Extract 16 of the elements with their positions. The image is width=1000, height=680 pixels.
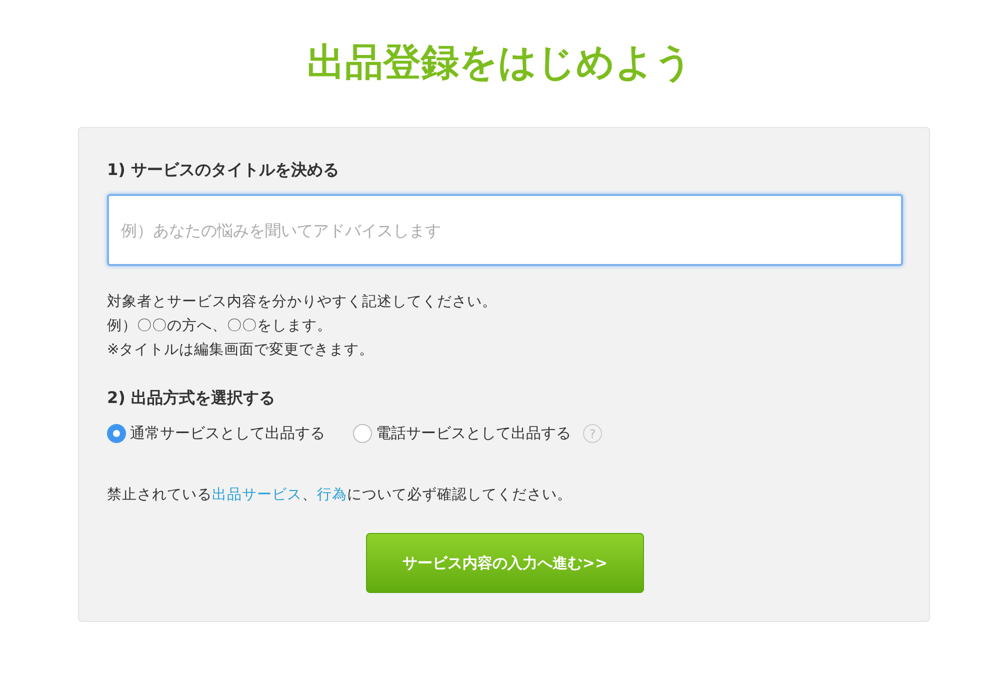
radio-button[interactable]: [353, 424, 372, 444]
section-heading: 1) サービスのタイトルを決める: [107, 159, 340, 182]
hint-text: 例）〇〇の方へ、〇〇をします。: [107, 316, 333, 336]
radio-label[interactable]: 通常サービスとして出品する: [130, 422, 325, 445]
section-heading: 2) 出品方式を選択する: [107, 387, 276, 410]
radio-button[interactable]: [107, 424, 126, 444]
hint-text: 対象者とサービス内容を分かりやすく記述してください。: [107, 292, 498, 312]
page-title: 出品登録をはじめよう: [306, 39, 694, 86]
radio-label[interactable]: 電話サービスとして出品する: [376, 422, 571, 445]
title-input-field[interactable]: 例）あなたの悩みを聞いてアドバイスします: [107, 194, 903, 266]
notice-text: 禁止されている 出品サービス、行為 について必ず確認してください。: [107, 486, 573, 505]
link[interactable]: 出品サービス: [212, 486, 302, 503]
link[interactable]: 行為: [317, 486, 347, 503]
hint-text: ※タイトルは編集画面で変更できます。: [107, 340, 376, 360]
help-icon[interactable]: ?: [583, 424, 602, 444]
submit-button[interactable]: サービス内容の入力へ進む>>: [366, 532, 644, 594]
